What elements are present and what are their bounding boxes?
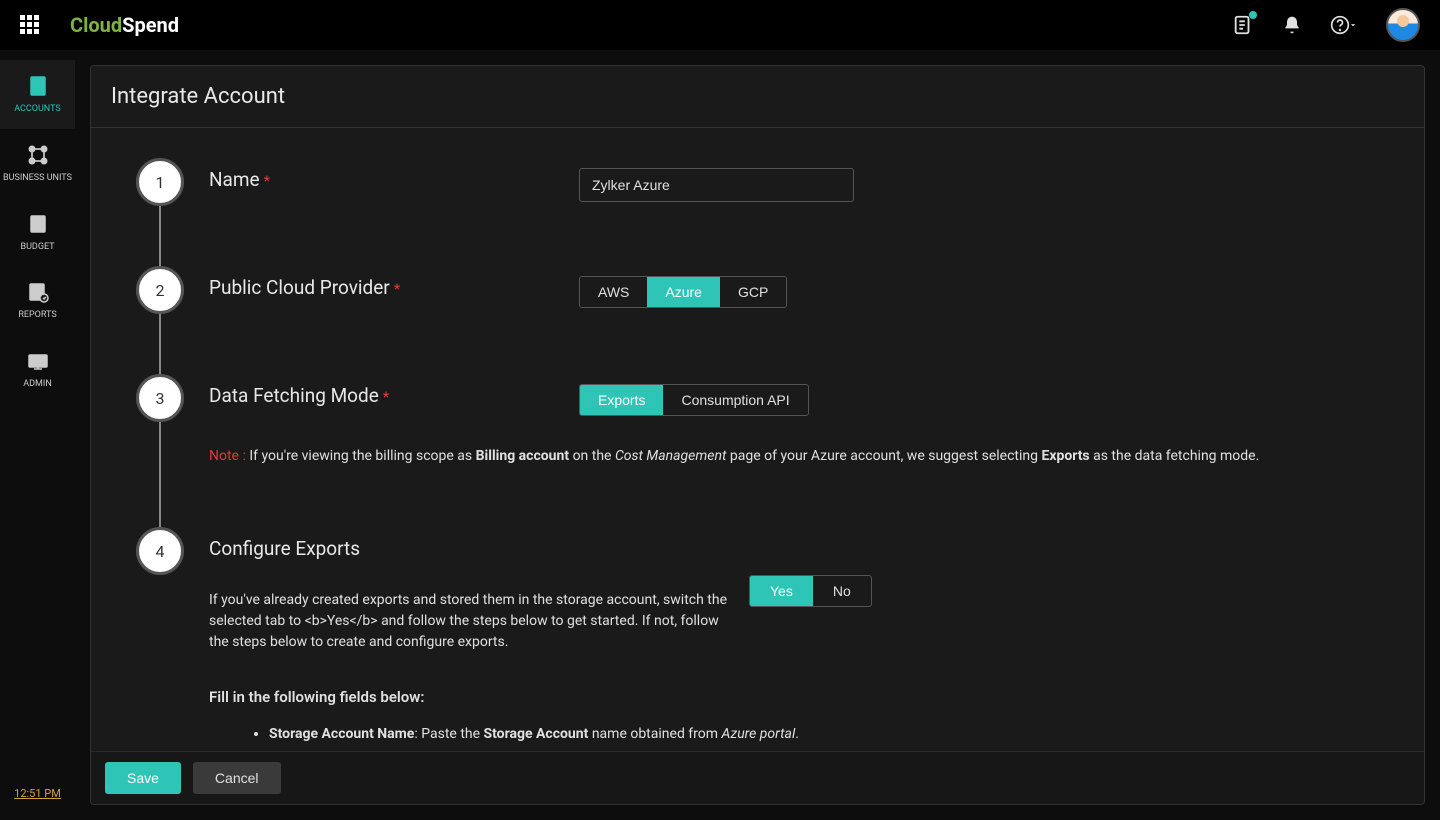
sidebar-item-label: BUDGET xyxy=(20,242,54,253)
apps-grid-icon[interactable] xyxy=(20,15,40,35)
sidebar-item-business-units[interactable]: BUSINESS UNITS xyxy=(0,129,75,198)
provider-segmented: AWS Azure GCP xyxy=(579,276,787,308)
mode-segmented: Exports Consumption API xyxy=(579,384,809,416)
help-icon[interactable] xyxy=(1330,15,1358,35)
card-footer: Save Cancel xyxy=(91,751,1424,804)
list-item: Storage Account Name: Paste the Storage … xyxy=(269,726,1404,742)
sidebar-item-label: BUSINESS UNITS xyxy=(3,173,72,184)
page-title: Integrate Account xyxy=(91,66,1424,128)
mode-note: Note : If you're viewing the billing sco… xyxy=(209,446,1404,467)
provider-azure-button[interactable]: Azure xyxy=(647,277,720,307)
avatar[interactable] xyxy=(1386,8,1420,42)
step-label-configure: Configure Exports xyxy=(209,537,1404,560)
topbar: CloudSpend xyxy=(0,0,1440,50)
fields-header: Fill in the following fields below: xyxy=(209,688,1404,706)
sidebar-item-admin[interactable]: ADMIN xyxy=(0,335,75,404)
step-label-name: Name* xyxy=(209,168,539,191)
fields-list: Storage Account Name: Paste the Storage … xyxy=(209,726,1404,742)
sidebar-item-accounts[interactable]: ACCOUNTS xyxy=(0,60,75,129)
configure-description: If you've already created exports and st… xyxy=(209,590,734,653)
save-button[interactable]: Save xyxy=(105,762,181,794)
step-number: 4 xyxy=(136,527,184,575)
step-number: 2 xyxy=(136,266,184,314)
sidebar-item-reports[interactable]: REPORTS xyxy=(0,266,75,335)
sidebar-item-budget[interactable]: BUDGET xyxy=(0,198,75,267)
provider-gcp-button[interactable]: GCP xyxy=(720,277,786,307)
configure-no-button[interactable]: No xyxy=(813,576,871,606)
sidebar-item-label: REPORTS xyxy=(18,310,56,321)
bell-icon[interactable] xyxy=(1282,15,1302,35)
configure-yes-button[interactable]: Yes xyxy=(750,576,813,606)
mode-exports-button[interactable]: Exports xyxy=(580,385,663,415)
timestamp[interactable]: 12:51 PM xyxy=(0,787,75,820)
sidebar: ACCOUNTS BUSINESS UNITS BUDGET REPORTS A… xyxy=(0,50,75,820)
sidebar-item-label: ACCOUNTS xyxy=(14,104,61,115)
step-number: 1 xyxy=(136,158,184,206)
mode-consumption-button[interactable]: Consumption API xyxy=(663,385,807,415)
tasks-icon[interactable] xyxy=(1232,14,1254,36)
provider-aws-button[interactable]: AWS xyxy=(580,277,647,307)
step-number: 3 xyxy=(136,374,184,422)
configure-segmented: Yes No xyxy=(749,575,872,607)
name-input[interactable] xyxy=(579,168,854,202)
sidebar-item-label: ADMIN xyxy=(23,379,52,390)
step-label-mode: Data Fetching Mode* xyxy=(209,384,539,407)
logo[interactable]: CloudSpend xyxy=(70,13,179,37)
step-label-provider: Public Cloud Provider* xyxy=(209,276,539,299)
cancel-button[interactable]: Cancel xyxy=(193,762,281,794)
integrate-account-card: Integrate Account 1 Name* xyxy=(90,65,1425,805)
